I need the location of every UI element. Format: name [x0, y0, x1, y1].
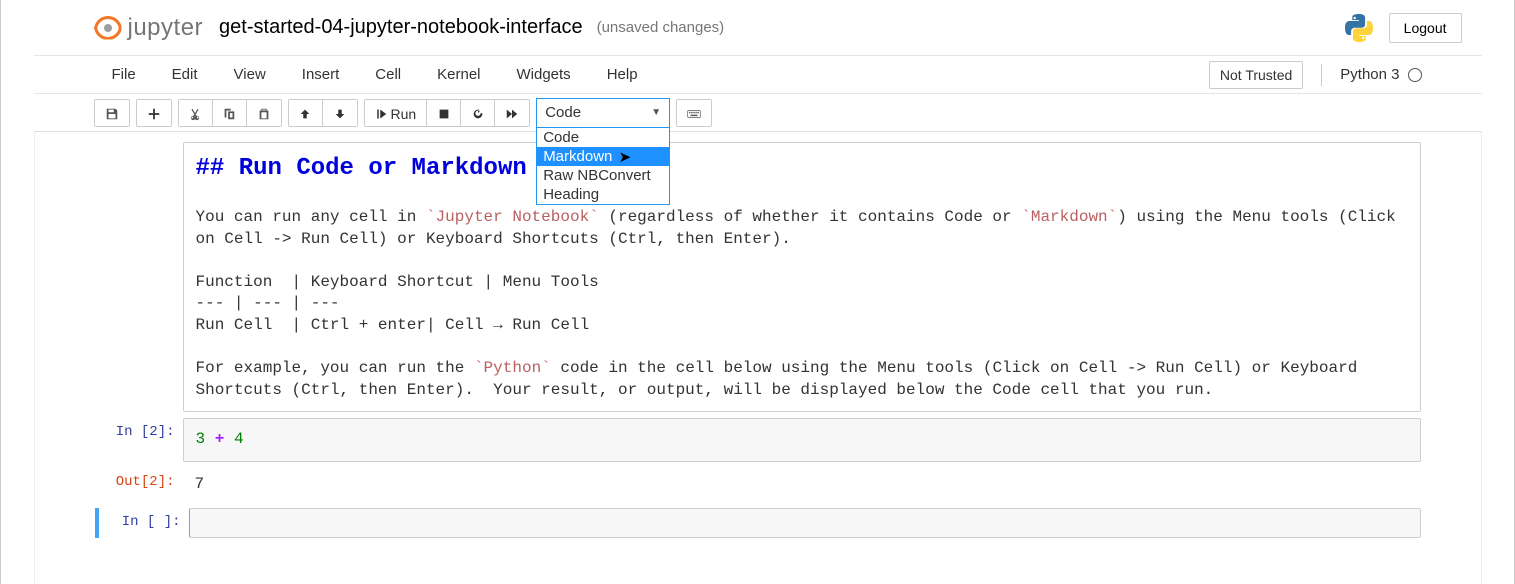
menu-file[interactable]: File [94, 57, 154, 92]
insert-cell-button[interactable] [137, 100, 171, 127]
autosave-status: (unsaved changes) [597, 19, 725, 36]
cut-button[interactable] [179, 100, 213, 127]
cell-type-option-code[interactable]: Code [537, 128, 669, 147]
python-kernel-icon [1343, 12, 1375, 44]
scissors-icon [188, 107, 202, 121]
notebook-area: ## Run Code or Markdown Cells You can ru… [35, 132, 1481, 584]
interrupt-button[interactable] [427, 100, 461, 127]
run-button[interactable]: Run [365, 100, 428, 127]
toolbar: Run Code ▼ Code Markdown ➤ [34, 94, 1482, 132]
empty-code-cell[interactable]: In [ ]: [95, 508, 1421, 538]
kernel-indicator[interactable]: Python 3 [1340, 66, 1461, 83]
arrow-up-icon [298, 107, 312, 121]
menubar: File Edit View Insert Cell Kernel Widget… [34, 56, 1482, 94]
output-prompt: Out[2]: [95, 468, 183, 502]
cell-type-option-raw[interactable]: Raw NBConvert [537, 166, 669, 185]
jupyter-logo-text: jupyter [128, 14, 204, 42]
run-label: Run [391, 106, 417, 122]
not-trusted-button[interactable]: Not Trusted [1209, 61, 1303, 89]
code-cell-output-row: Out[2]: 7 [95, 468, 1421, 502]
cell-type-select[interactable]: Code ▼ [536, 98, 670, 128]
run-icon [375, 107, 387, 121]
copy-button[interactable] [213, 100, 247, 127]
move-down-button[interactable] [323, 100, 357, 127]
separator [1321, 64, 1322, 86]
cell-type-dropdown: Code Markdown ➤ Raw NBConvert Heading [536, 128, 670, 205]
markdown-cell[interactable]: ## Run Code or Markdown Cells You can ru… [95, 142, 1421, 412]
plus-icon [147, 107, 161, 121]
input-prompt-empty: In [ ]: [101, 508, 189, 538]
code-input[interactable]: 3 + 4 [183, 418, 1421, 462]
save-button[interactable] [95, 100, 129, 127]
jupyter-logo[interactable]: jupyter [94, 14, 204, 42]
menu-view[interactable]: View [216, 57, 284, 92]
restart-run-all-button[interactable] [495, 100, 529, 127]
cell-type-option-markdown[interactable]: Markdown ➤ [537, 147, 669, 166]
keyboard-icon [687, 107, 701, 121]
restart-icon [471, 107, 485, 121]
mouse-cursor-icon: ➤ [619, 148, 632, 166]
command-palette-button[interactable] [677, 100, 711, 127]
header-bar: jupyter get-started-04-jupyter-notebook-… [34, 0, 1482, 56]
kernel-idle-icon [1408, 68, 1422, 82]
menu-widgets[interactable]: Widgets [499, 57, 589, 92]
menu-cell[interactable]: Cell [357, 57, 419, 92]
move-up-button[interactable] [289, 100, 323, 127]
cell-type-option-heading[interactable]: Heading [537, 185, 669, 204]
jupyter-logo-icon [94, 14, 122, 42]
menu-help[interactable]: Help [589, 57, 656, 92]
chevron-down-icon: ▼ [651, 107, 661, 118]
copy-icon [222, 107, 236, 121]
paste-icon [257, 107, 271, 121]
cell-type-selected-value: Code [545, 104, 581, 121]
restart-button[interactable] [461, 100, 495, 127]
notebook-name[interactable]: get-started-04-jupyter-notebook-interfac… [219, 16, 583, 39]
paste-button[interactable] [247, 100, 281, 127]
code-input-empty[interactable] [189, 508, 1421, 538]
save-icon [105, 107, 119, 121]
stop-icon [437, 107, 451, 121]
fast-forward-icon [505, 107, 519, 121]
code-cell[interactable]: In [2]: 3 + 4 [95, 418, 1421, 462]
input-prompt: In [2]: [95, 418, 183, 462]
code-output: 7 [183, 468, 1421, 502]
menu-kernel[interactable]: Kernel [419, 57, 498, 92]
arrow-down-icon [333, 107, 347, 121]
menu-insert[interactable]: Insert [284, 57, 358, 92]
logout-button[interactable]: Logout [1389, 13, 1462, 43]
kernel-name: Python 3 [1340, 66, 1399, 83]
menu-edit[interactable]: Edit [154, 57, 216, 92]
